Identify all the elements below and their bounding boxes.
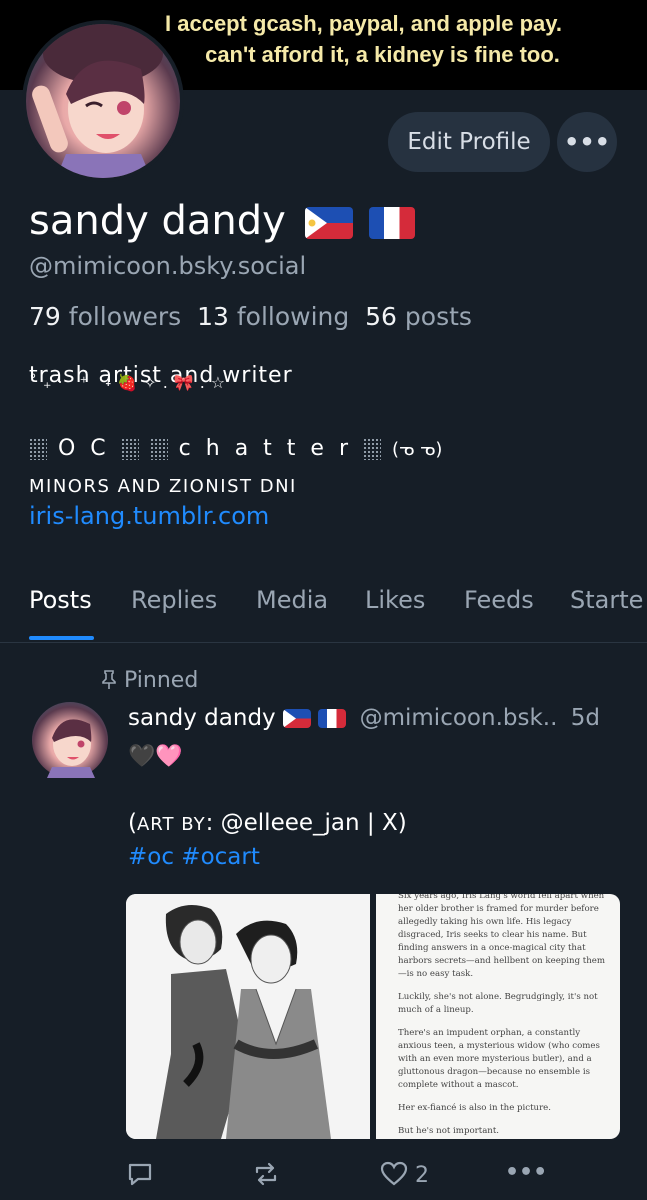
artwork-illustration [126,894,370,1139]
edit-profile-button[interactable]: Edit Profile [388,112,550,172]
dotted-square-icon [120,438,139,460]
active-tab-indicator [29,636,94,640]
post-timestamp[interactable]: 5d [571,705,600,731]
bio-link[interactable]: iris-lang.tumblr.com [29,502,269,530]
dotted-square-icon [29,438,47,460]
tab-starter-packs[interactable]: Starte [570,586,643,614]
repost-icon [255,1162,277,1186]
excerpt-paragraph: There's an impudent orphan, a constantly… [398,1028,600,1090]
post-text-rest: : @elleee_jan | X) [205,810,407,836]
flag-triangle [304,207,327,239]
like-count: 2 [415,1163,429,1188]
bio-decoration: ˚₊‧ ⁺ ˖🍓✧.🎀.☆ [29,373,232,392]
avatar-image [26,24,180,178]
followers-stat[interactable]: 79 followers [29,302,181,331]
philippines-flag-icon [304,207,353,239]
reply-icon [128,1163,152,1186]
display-name-text: sandy dandy [29,198,286,244]
tab-posts[interactable]: Posts [29,586,92,614]
excerpt-paragraph: Six years ago, Iris Lang's world fell ap… [398,894,606,979]
pin-icon [102,670,116,689]
tab-likes[interactable]: Likes [365,586,425,614]
france-flag-icon [369,207,416,239]
ellipsis-icon: ••• [505,1160,548,1185]
flag-triangle [282,709,296,728]
following-label: following [236,302,350,331]
bio-kaomoji: (ᓀ ᓀ) [391,439,443,460]
bio-oc-text: O C [58,436,110,461]
following-stat[interactable]: 13 following [197,302,349,331]
post-body: (ART BY: @elleee_jan | X) [128,810,407,836]
post-author-avatar[interactable] [32,702,108,778]
post-avatar-illustration [47,719,95,778]
profile-stats: 79 followers 13 following 56 posts [29,302,472,331]
post-author-handle[interactable]: @mimicoon.bsk.. [360,705,558,731]
posts-count: 56 [365,302,397,331]
book-excerpt: Six years ago, Iris Lang's world fell ap… [376,894,620,1138]
followers-label: followers [68,302,182,331]
excerpt-paragraph: But he's not important. [398,1126,500,1136]
post-hearts: 🖤🩷 [128,744,183,769]
post-header: sandy dandy @mimicoon.bsk.. 5d [128,705,600,731]
excerpt-paragraph: Luckily, she's not alone. Begrudgingly, … [398,992,598,1015]
profile-handle: @mimicoon.bsky.social [29,252,307,280]
avatar-illustration [32,24,163,178]
pinned-text: Pinned [124,668,199,693]
bio-chatter-text: c h a t t e r [178,436,352,461]
post-image-artwork[interactable] [126,894,370,1139]
repost-button[interactable] [252,1160,280,1194]
bio-line-1: trash artist and writer ˚₊‧ ⁺ ˖🍓✧.🎀.☆ [29,363,293,392]
pinned-label: Pinned [100,668,198,693]
like-button[interactable]: 2 [380,1160,429,1188]
post-text-smallcaps: ART BY [136,814,206,835]
bio-line-2: O C c h a t t e r (ᓀ ᓀ) [29,436,442,461]
tab-feeds[interactable]: Feeds [464,586,534,614]
dotted-square-icon [362,438,381,460]
bio-line-3: MINORS AND ZIONIST DNI [29,476,297,497]
ellipsis-icon: ••• [563,128,611,156]
tab-replies[interactable]: Replies [131,586,217,614]
tab-media[interactable]: Media [256,586,328,614]
posts-stat: 56 posts [365,302,472,331]
profile-tabs: Posts Replies Media Likes Feeds Starte [0,580,647,643]
posts-label: posts [404,302,472,331]
france-flag-icon [318,709,347,728]
post-more-button[interactable]: ••• [505,1160,547,1185]
post-image-excerpt[interactable]: Six years ago, Iris Lang's world fell ap… [376,894,620,1139]
profile-avatar[interactable] [22,20,184,182]
post-text-open: ( [128,810,137,836]
display-name: sandy dandy [29,198,416,244]
post-actions: 2 ••• [0,1150,647,1200]
following-count: 13 [197,302,229,331]
followers-count: 79 [29,302,61,331]
more-options-button[interactable]: ••• [557,112,617,172]
dotted-square-icon [149,438,168,460]
excerpt-paragraph: Her ex-fiancé is also in the picture. [398,1103,552,1113]
reply-button[interactable] [126,1160,154,1194]
philippines-flag-icon [282,709,311,728]
post-hashtags[interactable]: #oc #ocart [128,844,260,870]
heart-icon [380,1161,408,1186]
post-author-name[interactable]: sandy dandy [128,705,276,731]
